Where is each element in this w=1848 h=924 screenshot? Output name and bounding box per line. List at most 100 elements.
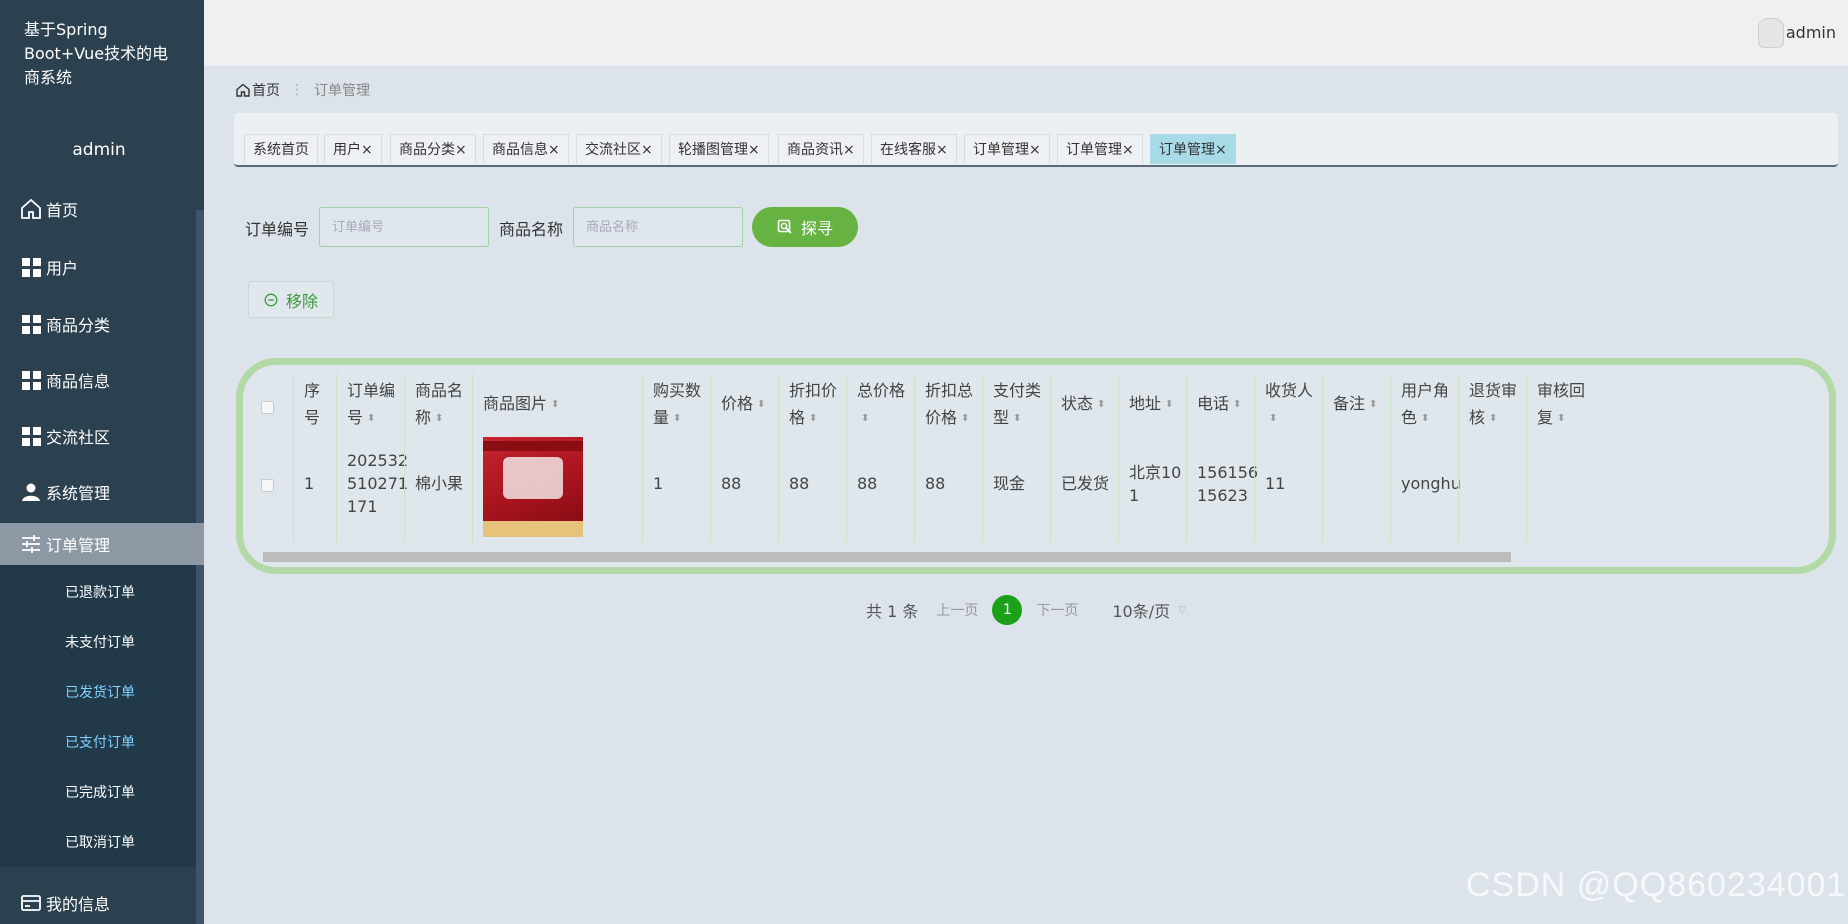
close-icon[interactable]: ×: [1029, 142, 1041, 158]
product-image[interactable]: [483, 437, 583, 537]
sidebar-item-users[interactable]: 用户: [0, 242, 204, 292]
table-header-cell[interactable]: 商品名称 ⬍: [415, 377, 463, 432]
close-icon[interactable]: ×: [748, 142, 760, 158]
watermark: CSDN @QQ860234001: [1466, 866, 1847, 904]
table-header-cell[interactable]: 购买数量 ⬍: [653, 377, 701, 432]
sidebar-item-orders[interactable]: 订单管理: [0, 523, 204, 565]
prev-page-button[interactable]: 上一页: [936, 600, 978, 620]
avatar[interactable]: [1758, 18, 1784, 48]
tab-products[interactable]: 商品信息×: [483, 134, 569, 164]
table-header-cell[interactable]: 序号: [304, 377, 320, 431]
product-name-input[interactable]: [573, 207, 743, 247]
table-body: 序号 1 订单编号 ⬍ 202532 510271 171 商品名称 ⬍ 棉小果 商品图片 ⬍ 购买数量…: [253, 373, 1594, 543]
sort-icon[interactable]: ⬍: [551, 391, 559, 418]
submenu-completed-orders[interactable]: 已完成订单: [65, 782, 135, 802]
close-icon[interactable]: ×: [361, 142, 373, 158]
header-text: 支付类: [993, 381, 1042, 400]
cell-text: 88: [789, 474, 810, 493]
tab-orders[interactable]: 订单管理×: [1057, 134, 1143, 164]
tab-label: 交流社区: [585, 142, 641, 158]
sidebar-item-label: 订单管理: [46, 536, 111, 555]
table-header-cell[interactable]: 收货人 ⬍: [1265, 377, 1313, 432]
breadcrumb-home[interactable]: 首页: [252, 80, 280, 100]
close-icon[interactable]: ×: [455, 142, 467, 158]
column-discount-price: 折扣价格 ⬍ 88: [778, 373, 846, 543]
close-icon[interactable]: ×: [548, 142, 560, 158]
submenu-cancelled-orders[interactable]: 已取消订单: [65, 832, 135, 852]
horizontal-scrollbar-thumb[interactable]: [263, 552, 1511, 562]
sort-icon[interactable]: ⬍: [1097, 391, 1105, 418]
tab-orders-active[interactable]: 订单管理×: [1150, 134, 1236, 164]
tab-home[interactable]: 系统首页: [244, 134, 318, 164]
tab-categories[interactable]: 商品分类×: [390, 134, 476, 164]
sort-icon[interactable]: ⬍: [1557, 405, 1565, 432]
table-header-cell[interactable]: 电话 ⬍: [1197, 390, 1241, 418]
table-header-cell[interactable]: 备注 ⬍: [1333, 390, 1377, 418]
grid-icon: [20, 313, 42, 335]
table-header-cell[interactable]: 价格 ⬍: [721, 390, 765, 418]
close-icon[interactable]: ×: [641, 142, 653, 158]
tab-community[interactable]: 交流社区×: [576, 134, 662, 164]
cell-text: 1: [653, 474, 664, 493]
sidebar-item-home[interactable]: 首页: [0, 184, 204, 234]
submenu-unpaid-orders[interactable]: 未支付订单: [65, 632, 135, 652]
close-icon[interactable]: ×: [936, 142, 948, 158]
sidebar-item-products[interactable]: 商品信息: [0, 355, 204, 405]
sort-icon[interactable]: ⬍: [861, 405, 869, 432]
select-all-checkbox[interactable]: [261, 401, 274, 414]
table-header-cell[interactable]: 总价格 ⬍: [857, 377, 905, 432]
sidebar-item-system[interactable]: 系统管理: [0, 467, 204, 517]
remove-button[interactable]: 移除: [248, 281, 334, 318]
table-header-cell[interactable]: 审核回复 ⬍: [1537, 377, 1585, 432]
table-header-cell[interactable]: 商品图片 ⬍: [483, 390, 559, 418]
close-icon[interactable]: ×: [843, 142, 855, 158]
close-icon[interactable]: ×: [1215, 142, 1227, 158]
tab-orders[interactable]: 订单管理×: [964, 134, 1050, 164]
sort-icon[interactable]: ⬍: [1233, 391, 1241, 418]
close-icon[interactable]: ×: [1122, 142, 1134, 158]
table-cell: 88: [857, 472, 877, 495]
column-select: [253, 373, 293, 543]
sort-icon[interactable]: ⬍: [1489, 405, 1497, 432]
table-header-cell[interactable]: 用户角色 ⬍: [1401, 377, 1449, 432]
table-header-cell[interactable]: 折扣总 价格 ⬍: [925, 377, 973, 432]
header-text: 号: [304, 408, 321, 427]
table-cell: 1: [653, 472, 663, 495]
row-checkbox[interactable]: [261, 479, 274, 492]
tab-users[interactable]: 用户×: [324, 134, 382, 164]
table-header-cell[interactable]: 订单编号 ⬍: [347, 377, 395, 432]
sort-icon[interactable]: ⬍: [757, 391, 765, 418]
table-header-cell[interactable]: 支付类型 ⬍: [993, 377, 1041, 432]
table-header-cell[interactable]: 地址 ⬍: [1129, 390, 1173, 418]
sort-icon[interactable]: ⬍: [1369, 391, 1377, 418]
sidebar-item-categories[interactable]: 商品分类: [0, 299, 204, 349]
table-header-cell[interactable]: 状态 ⬍: [1061, 390, 1105, 418]
chevron-down-icon[interactable]: ▽: [1178, 605, 1186, 616]
page-number-current[interactable]: 1: [992, 595, 1023, 625]
sort-icon[interactable]: ⬍: [673, 405, 681, 432]
sort-icon[interactable]: ⬍: [435, 405, 443, 432]
tab-online-service[interactable]: 在线客服×: [871, 134, 957, 164]
sort-icon[interactable]: ⬍: [809, 405, 817, 432]
search-button[interactable]: 探寻: [752, 207, 858, 247]
sort-icon[interactable]: ⬍: [1013, 405, 1021, 432]
order-number-input[interactable]: [319, 207, 489, 247]
cell-text: yonghu: [1401, 474, 1461, 493]
table-header-cell[interactable]: 折扣价格 ⬍: [789, 377, 837, 432]
page-size-select[interactable]: 10条/页: [1112, 598, 1170, 622]
tab-news[interactable]: 商品资讯×: [778, 134, 864, 164]
sort-icon[interactable]: ⬍: [1269, 405, 1277, 432]
tab-carousel[interactable]: 轮播图管理×: [669, 134, 769, 164]
table-header-cell[interactable]: 退货审核 ⬍: [1469, 377, 1517, 432]
sort-icon[interactable]: ⬍: [961, 405, 969, 432]
submenu-shipped-orders[interactable]: 已发货订单: [65, 682, 135, 702]
sort-icon[interactable]: ⬍: [367, 405, 375, 432]
submenu-refunded-orders[interactable]: 已退款订单: [65, 582, 135, 602]
submenu-paid-orders[interactable]: 已支付订单: [65, 732, 135, 752]
next-page-button[interactable]: 下一页: [1036, 600, 1078, 620]
sidebar-item-my-info[interactable]: 我的信息: [0, 882, 204, 924]
sort-icon[interactable]: ⬍: [1165, 391, 1173, 418]
top-username[interactable]: admin: [1786, 23, 1836, 42]
sidebar-item-community[interactable]: 交流社区: [0, 411, 204, 461]
sort-icon[interactable]: ⬍: [1421, 405, 1429, 432]
